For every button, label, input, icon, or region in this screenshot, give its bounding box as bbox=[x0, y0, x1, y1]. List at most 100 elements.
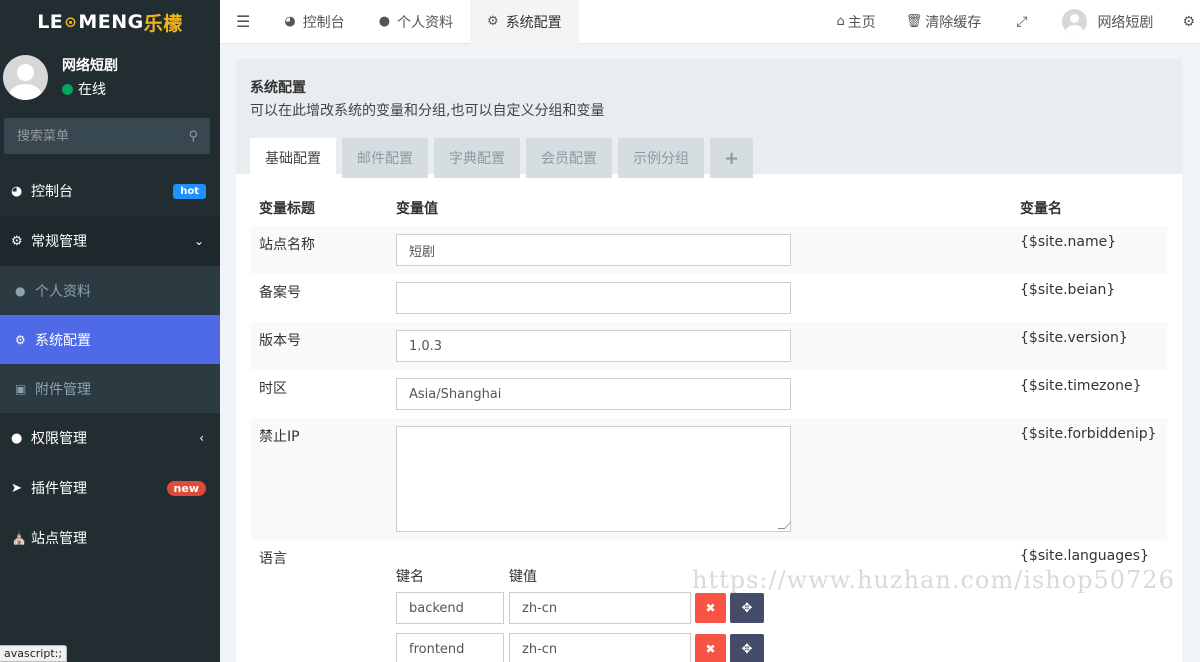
tab-dashboard[interactable]: ◕ 控制台 bbox=[267, 0, 361, 44]
dashboard-icon: ◕ bbox=[11, 183, 23, 199]
row-title: 时区 bbox=[259, 381, 287, 397]
hot-badge: hot bbox=[173, 183, 206, 199]
user-panel: 网络短剧 在线 bbox=[0, 44, 220, 110]
user-menu-label: 网络短剧 bbox=[1097, 14, 1154, 31]
expand-icon: ⤢ bbox=[1016, 13, 1028, 30]
sidebar-item-plugins[interactable]: ➤ 插件管理 new bbox=[0, 463, 220, 513]
column-header-title: 变量标题 bbox=[259, 201, 315, 217]
sidebar-toggle-button[interactable]: ☰ bbox=[220, 0, 267, 44]
tab-label: 个人资料 bbox=[397, 14, 454, 31]
kv-value-input[interactable]: zh-cn bbox=[509, 633, 691, 662]
kv-key-header: 键名 bbox=[396, 569, 424, 585]
sidebar-item-attachments[interactable]: ▣ 附件管理 bbox=[0, 364, 220, 413]
user-icon: ● bbox=[15, 283, 26, 298]
variable-name: {$site.name} bbox=[1012, 226, 1167, 274]
drag-handle[interactable]: ✥ bbox=[730, 593, 764, 623]
tab-basic[interactable]: 基础配置 bbox=[250, 138, 336, 178]
row-title: 版本号 bbox=[251, 322, 388, 370]
forbidden-ip-textarea[interactable] bbox=[396, 426, 791, 532]
remove-button[interactable]: ✖ bbox=[695, 593, 726, 623]
close-icon: ✖ bbox=[705, 601, 716, 615]
search-icon[interactable]: ⚲ bbox=[188, 129, 198, 144]
drag-handle[interactable]: ✥ bbox=[730, 634, 764, 662]
sidebar-item-label: 个人资料 bbox=[35, 283, 91, 300]
kv-key-input[interactable]: backend bbox=[396, 592, 504, 624]
list-item: backend zh-cn ✖ ✥ bbox=[396, 592, 1004, 624]
table-row: 时区 Asia/Shanghai {$site.timezone} bbox=[251, 370, 1167, 418]
row-title: 站点名称 bbox=[251, 226, 388, 274]
kv-value-input[interactable]: zh-cn bbox=[509, 592, 691, 624]
sidebar-item-label: 插件管理 bbox=[31, 481, 87, 497]
settings-button[interactable]: ⚙ bbox=[1168, 0, 1200, 44]
variable-name: {$site.version} bbox=[1012, 322, 1167, 370]
row-title: 禁止IP bbox=[251, 418, 388, 540]
logo-text-le: LE bbox=[37, 11, 64, 33]
tab-example-group[interactable]: 示例分组 bbox=[618, 138, 704, 178]
table-row: 版本号 1.0.3 {$site.version} bbox=[251, 322, 1167, 370]
table-row: 禁止IP {$site.forbiddenip} bbox=[251, 418, 1167, 540]
add-group-button[interactable]: + bbox=[710, 138, 754, 178]
chevron-down-icon: ⌄ bbox=[193, 234, 204, 248]
chevron-left-icon: ‹ bbox=[199, 431, 204, 445]
sidebar-item-dashboard[interactable]: ◕ 控制台 hot bbox=[0, 166, 220, 216]
tab-dictionary[interactable]: 字典配置 bbox=[434, 138, 520, 178]
sidebar-item-label: 权限管理 bbox=[31, 431, 87, 447]
column-header-name: 变量名 bbox=[1020, 201, 1062, 217]
version-input[interactable]: 1.0.3 bbox=[396, 330, 791, 362]
sidebar-item-label: 系统配置 bbox=[35, 332, 91, 349]
config-tabs: 基础配置 邮件配置 字典配置 会员配置 示例分组 + bbox=[250, 138, 1168, 178]
fullscreen-button[interactable]: ⤢ bbox=[996, 0, 1047, 44]
close-icon: ✖ bbox=[705, 642, 716, 656]
clear-cache-button[interactable]: 🗑 清除缓存 bbox=[891, 0, 997, 44]
gear-icon: ⚙ bbox=[15, 332, 26, 347]
sidebar-item-system-config[interactable]: ⚙ 系统配置 bbox=[0, 315, 220, 364]
beian-input[interactable] bbox=[396, 282, 791, 314]
sidebar-item-label: 常规管理 bbox=[31, 234, 87, 250]
user-menu[interactable]: 网络短剧 bbox=[1047, 0, 1168, 44]
tab-profile[interactable]: ● 个人资料 bbox=[362, 0, 470, 44]
variable-name: {$site.forbiddenip} bbox=[1012, 418, 1167, 540]
site-name-input[interactable]: 短剧 bbox=[396, 234, 791, 266]
search-input[interactable] bbox=[17, 128, 177, 144]
gears-icon: ⚙ bbox=[1182, 13, 1195, 30]
logo[interactable]: LE ⊙ MENG 乐檬 bbox=[0, 0, 220, 44]
tab-member[interactable]: 会员配置 bbox=[526, 138, 612, 178]
variable-name: {$site.beian} bbox=[1020, 282, 1116, 298]
move-icon: ✥ bbox=[741, 641, 753, 657]
table-row: 语言 键名 键值 backend zh-cn ✖ ✥ frontend zh-c bbox=[251, 540, 1167, 662]
watermark: https://www.huzhan.com/ishop50726 bbox=[692, 566, 1175, 594]
variable-name: {$site.timezone} bbox=[1020, 378, 1142, 394]
user-status-label: 在线 bbox=[78, 82, 106, 98]
sidebar-item-permissions[interactable]: ● 权限管理 ‹ bbox=[0, 413, 220, 463]
tab-system-config[interactable]: ⚙ 系统配置 bbox=[470, 0, 579, 44]
kv-key-input[interactable]: frontend bbox=[396, 633, 504, 662]
variable-name: {$site.languages} bbox=[1020, 548, 1149, 564]
kv-value-header: 键值 bbox=[509, 569, 537, 585]
home-label: 主页 bbox=[847, 14, 876, 31]
remove-button[interactable]: ✖ bbox=[695, 634, 726, 662]
timezone-input[interactable]: Asia/Shanghai bbox=[396, 378, 791, 410]
online-dot-icon bbox=[62, 83, 73, 95]
home-link[interactable]: ⌂ 主页 bbox=[821, 0, 890, 44]
column-header-value: 变量值 bbox=[396, 201, 438, 217]
sidebar: LE⊙MENG乐檬 网络短剧 在线 ⚲ ◕ 控制台 hot ⚙ 常规管理 ⌄ ●… bbox=[0, 0, 220, 662]
sidebar-item-label: 附件管理 bbox=[35, 381, 91, 398]
home-icon: ⌂ bbox=[836, 14, 845, 29]
top-navbar: ☰ ◕ 控制台 ● 个人资料 ⚙ 系统配置 ⌂ 主页 🗑 清除缓存 ⤢ 网络短剧… bbox=[220, 0, 1200, 44]
row-title: 语言 bbox=[259, 551, 287, 567]
panel-heading: 系统配置 可以在此增改系统的变量和分组,也可以自定义分组和变量 基础配置 邮件配… bbox=[236, 59, 1182, 178]
avatar bbox=[1062, 9, 1088, 34]
tab-label: 控制台 bbox=[302, 14, 345, 31]
clear-cache-label: 清除缓存 bbox=[925, 14, 982, 31]
user-name: 网络短剧 bbox=[62, 58, 118, 74]
sidebar-item-profile[interactable]: ● 个人资料 bbox=[0, 266, 220, 315]
cogs-icon: ⚙ bbox=[11, 233, 23, 249]
logo-text-cn: 乐檬 bbox=[143, 12, 183, 35]
bank-icon: ⛪ bbox=[11, 530, 28, 546]
sidebar-menu: ◕ 控制台 hot ⚙ 常规管理 ⌄ ● 个人资料 ⚙ 系统配置 ▣ 附件管理 … bbox=[0, 166, 220, 563]
sidebar-search: ⚲ bbox=[4, 118, 210, 154]
tab-email[interactable]: 邮件配置 bbox=[342, 138, 428, 178]
sidebar-item-general[interactable]: ⚙ 常规管理 ⌄ bbox=[0, 216, 220, 266]
hamburger-icon: ☰ bbox=[236, 12, 251, 31]
sidebar-item-sites[interactable]: ⛪ 站点管理 bbox=[0, 513, 220, 563]
